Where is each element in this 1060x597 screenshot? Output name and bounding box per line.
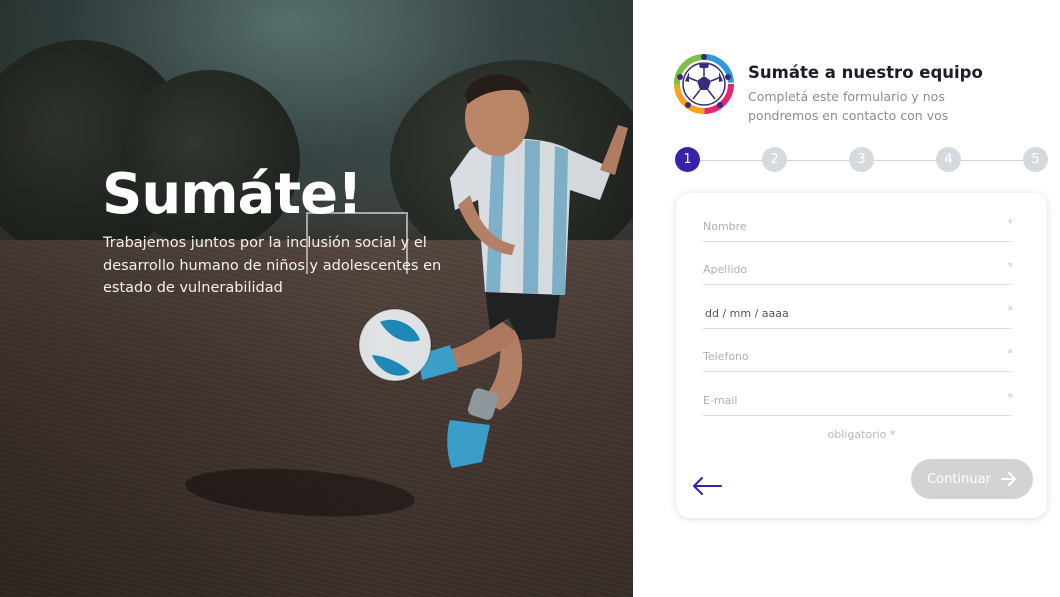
required-mark: *: [1007, 304, 1014, 317]
step-4[interactable]: 4: [936, 147, 961, 172]
apellido-input[interactable]: [703, 256, 993, 282]
page: Sumáte! Trabajemos juntos por la inclusi…: [0, 0, 1060, 597]
apellido-field-wrapper: *: [703, 256, 1014, 285]
step-5[interactable]: 5: [1023, 147, 1048, 172]
signup-panel: Sumáte a nuestro equipo Completá este fo…: [633, 0, 1060, 597]
soccer-ball-logo-icon: [674, 54, 734, 114]
telefono-field-wrapper: *: [703, 343, 1014, 372]
hero-title: Sumáte!: [102, 162, 363, 227]
step-2[interactable]: 2: [762, 147, 787, 172]
telefono-input[interactable]: [703, 343, 993, 369]
birthdate-field-wrapper: *: [703, 300, 1014, 329]
continue-button[interactable]: Continuar: [911, 459, 1033, 499]
signup-form-card: * * * * * obligatorio *: [676, 193, 1047, 518]
step-1[interactable]: 1: [675, 147, 700, 172]
email-field-wrapper: *: [703, 387, 1014, 416]
required-mark: *: [1007, 217, 1014, 230]
continue-label: Continuar: [927, 471, 991, 487]
panel-subtitle: Completá este formulario y nos pondremos…: [748, 89, 949, 123]
hero-description: Trabajemos juntos por la inclusión socia…: [103, 235, 442, 296]
nombre-input[interactable]: [703, 213, 993, 239]
required-mark: *: [1007, 347, 1014, 360]
birthdate-input[interactable]: [705, 300, 995, 326]
back-button[interactable]: [691, 475, 723, 497]
email-input[interactable]: [703, 387, 993, 413]
arrow-right-icon: [1000, 472, 1016, 486]
panel-title: Sumáte a nuestro equipo: [748, 63, 983, 82]
required-note: obligatorio *: [827, 428, 896, 441]
arrow-left-icon: [693, 477, 722, 495]
required-mark: *: [1007, 391, 1014, 404]
nombre-field-wrapper: *: [703, 213, 1014, 242]
hero-image: Sumáte! Trabajemos juntos por la inclusi…: [0, 0, 633, 597]
form-stepper: 1 2 3 4 5: [675, 147, 1048, 175]
step-3[interactable]: 3: [849, 147, 874, 172]
required-mark: *: [1007, 260, 1014, 273]
